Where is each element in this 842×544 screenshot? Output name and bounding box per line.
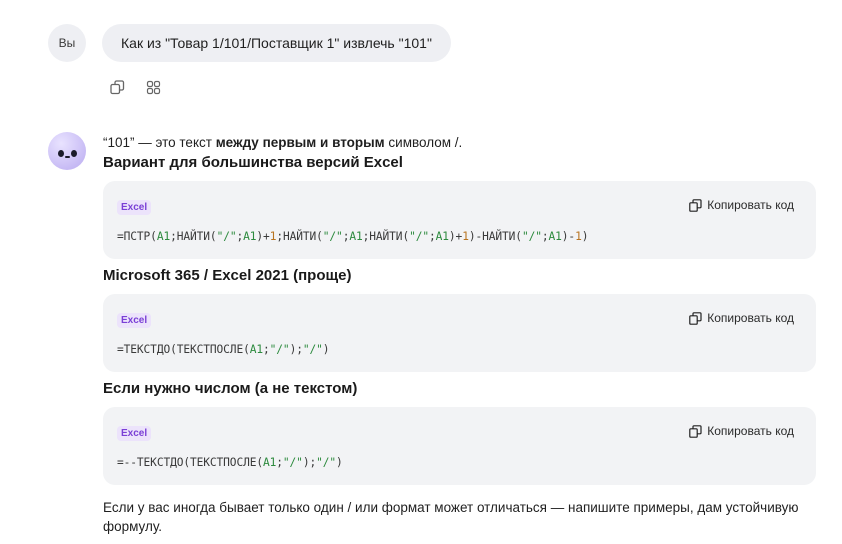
code-block: Excel Копировать код =--ТЕКСТДО(ТЕКСТПОС…: [103, 407, 816, 485]
copy-icon[interactable]: [108, 78, 126, 96]
message-actions: [108, 78, 162, 96]
code-line: =ТЕКСТДО(ТЕКСТПОСЛЕ(A1;"/");"/"): [117, 343, 330, 356]
user-avatar: Вы: [48, 24, 86, 62]
copy-icon: [689, 424, 702, 438]
code-block: Excel Копировать код =ПСТР(A1;НАЙТИ("/";…: [103, 181, 816, 259]
code-line: =--ТЕКСТДО(ТЕКСТПОСЛЕ(A1;"/");"/"): [117, 456, 343, 469]
copy-icon: [689, 311, 702, 325]
grid-icon[interactable]: [144, 78, 162, 96]
copy-code-label: Копировать код: [707, 311, 794, 325]
assistant-footer-text: Если у вас иногда бывает только один / и…: [103, 500, 799, 534]
section-heading: Если нужно числом (а не текстом): [103, 380, 358, 397]
copy-icon: [689, 198, 702, 212]
copy-code-label: Копировать код: [707, 424, 794, 438]
language-badge: Excel: [117, 313, 152, 328]
language-badge: Excel: [117, 426, 152, 441]
copy-code-button[interactable]: Копировать код: [689, 198, 794, 212]
user-message-bubble: Как из "Товар 1/101/Поставщик 1" извлечь…: [102, 24, 451, 62]
assistant-intro: “101” — это текст между первым и вторым …: [103, 135, 463, 150]
language-badge: Excel: [117, 200, 152, 215]
copy-code-button[interactable]: Копировать код: [689, 311, 794, 325]
copy-code-label: Копировать код: [707, 198, 794, 212]
code-line: =ПСТР(A1;НАЙТИ("/";A1)+1;НАЙТИ("/";A1;НА…: [117, 230, 589, 243]
section-heading: Microsoft 365 / Excel 2021 (проще): [103, 267, 352, 284]
code-block: Excel Копировать код =ТЕКСТДО(ТЕКСТПОСЛЕ…: [103, 294, 816, 372]
section-heading: Вариант для большинства версий Excel: [103, 154, 403, 171]
bot-face-icon: [48, 132, 86, 170]
copy-code-button[interactable]: Копировать код: [689, 424, 794, 438]
